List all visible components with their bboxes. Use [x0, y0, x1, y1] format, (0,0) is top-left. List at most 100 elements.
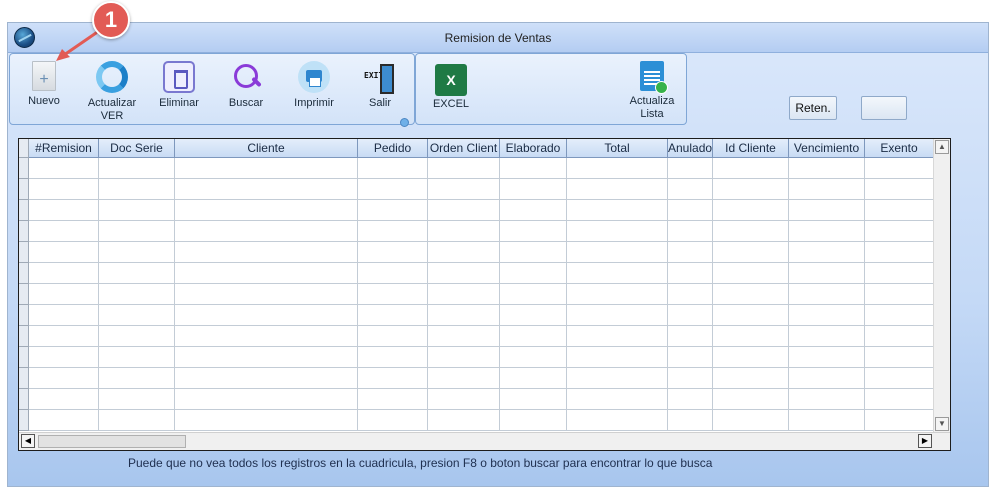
scroll-left-icon[interactable]: ◀: [21, 434, 35, 448]
table-cell[interactable]: [358, 326, 428, 347]
table-cell[interactable]: [865, 410, 934, 431]
table-cell[interactable]: [713, 326, 789, 347]
table-cell[interactable]: [99, 305, 175, 326]
table-cell[interactable]: [789, 158, 865, 179]
table-cell[interactable]: [428, 179, 500, 200]
table-cell[interactable]: [865, 305, 934, 326]
column-header[interactable]: Id Cliente: [713, 139, 789, 158]
table-cell[interactable]: [29, 200, 99, 221]
table-cell[interactable]: [789, 389, 865, 410]
buscar-button[interactable]: Buscar: [222, 61, 270, 110]
table-cell[interactable]: [713, 242, 789, 263]
table-cell[interactable]: [358, 284, 428, 305]
table-cell[interactable]: [789, 263, 865, 284]
table-row[interactable]: [29, 368, 934, 389]
table-cell[interactable]: [358, 347, 428, 368]
table-cell[interactable]: [865, 200, 934, 221]
table-cell[interactable]: [358, 179, 428, 200]
column-header[interactable]: Anulado: [668, 139, 713, 158]
table-cell[interactable]: [175, 326, 358, 347]
table-cell[interactable]: [865, 158, 934, 179]
column-header[interactable]: Cliente: [175, 139, 358, 158]
table-cell[interactable]: [175, 347, 358, 368]
table-cell[interactable]: [358, 221, 428, 242]
table-cell[interactable]: [29, 242, 99, 263]
table-cell[interactable]: [428, 368, 500, 389]
table-cell[interactable]: [567, 326, 668, 347]
table-cell[interactable]: [175, 200, 358, 221]
table-cell[interactable]: [713, 179, 789, 200]
eliminar-button[interactable]: Eliminar: [155, 61, 203, 110]
imprimir-button[interactable]: Imprimir: [289, 61, 339, 110]
table-cell[interactable]: [99, 221, 175, 242]
table-cell[interactable]: [567, 200, 668, 221]
table-cell[interactable]: [500, 179, 567, 200]
table-cell[interactable]: [500, 200, 567, 221]
table-cell[interactable]: [668, 410, 713, 431]
table-row[interactable]: [29, 263, 934, 284]
horizontal-scrollbar[interactable]: ◀ ▶: [19, 432, 950, 450]
table-cell[interactable]: [175, 389, 358, 410]
table-cell[interactable]: [789, 368, 865, 389]
table-cell[interactable]: [567, 305, 668, 326]
table-row[interactable]: [29, 326, 934, 347]
table-cell[interactable]: [99, 326, 175, 347]
table-cell[interactable]: [567, 158, 668, 179]
table-row[interactable]: [29, 221, 934, 242]
table-cell[interactable]: [789, 347, 865, 368]
column-header[interactable]: Doc Serie: [99, 139, 175, 158]
table-cell[interactable]: [567, 263, 668, 284]
table-cell[interactable]: [567, 284, 668, 305]
row-header-cell[interactable]: [19, 389, 28, 410]
table-cell[interactable]: [175, 284, 358, 305]
table-cell[interactable]: [358, 242, 428, 263]
row-header-cell[interactable]: [19, 347, 28, 368]
row-header-cell[interactable]: [19, 221, 28, 242]
table-row[interactable]: [29, 179, 934, 200]
table-cell[interactable]: [175, 410, 358, 431]
column-header[interactable]: Elaborado: [500, 139, 567, 158]
table-cell[interactable]: [500, 347, 567, 368]
table-cell[interactable]: [789, 326, 865, 347]
table-cell[interactable]: [175, 179, 358, 200]
table-cell[interactable]: [428, 347, 500, 368]
table-cell[interactable]: [175, 158, 358, 179]
reten-button[interactable]: Reten.: [789, 96, 837, 120]
table-cell[interactable]: [29, 158, 99, 179]
table-cell[interactable]: [99, 179, 175, 200]
table-cell[interactable]: [668, 326, 713, 347]
table-cell[interactable]: [865, 368, 934, 389]
table-cell[interactable]: [668, 200, 713, 221]
row-header-cell[interactable]: [19, 326, 28, 347]
table-cell[interactable]: [29, 368, 99, 389]
table-cell[interactable]: [668, 179, 713, 200]
table-cell[interactable]: [567, 347, 668, 368]
table-cell[interactable]: [567, 410, 668, 431]
table-cell[interactable]: [789, 179, 865, 200]
table-row[interactable]: [29, 158, 934, 179]
table-cell[interactable]: [713, 368, 789, 389]
table-cell[interactable]: [668, 368, 713, 389]
table-cell[interactable]: [29, 305, 99, 326]
table-cell[interactable]: [713, 221, 789, 242]
vertical-scrollbar[interactable]: ▲ ▼: [933, 139, 950, 432]
table-cell[interactable]: [500, 389, 567, 410]
table-cell[interactable]: [99, 347, 175, 368]
table-cell[interactable]: [175, 242, 358, 263]
table-cell[interactable]: [500, 326, 567, 347]
table-cell[interactable]: [428, 305, 500, 326]
table-cell[interactable]: [865, 242, 934, 263]
table-cell[interactable]: [500, 305, 567, 326]
row-header-cell[interactable]: [19, 410, 28, 431]
excel-button[interactable]: X EXCEL: [431, 64, 471, 111]
table-cell[interactable]: [29, 347, 99, 368]
scroll-up-icon[interactable]: ▲: [935, 140, 949, 154]
table-cell[interactable]: [668, 305, 713, 326]
table-cell[interactable]: [428, 284, 500, 305]
table-cell[interactable]: [99, 263, 175, 284]
table-cell[interactable]: [713, 284, 789, 305]
table-cell[interactable]: [99, 200, 175, 221]
row-header-cell[interactable]: [19, 305, 28, 326]
row-header-cell[interactable]: [19, 284, 28, 305]
table-row[interactable]: [29, 410, 934, 431]
